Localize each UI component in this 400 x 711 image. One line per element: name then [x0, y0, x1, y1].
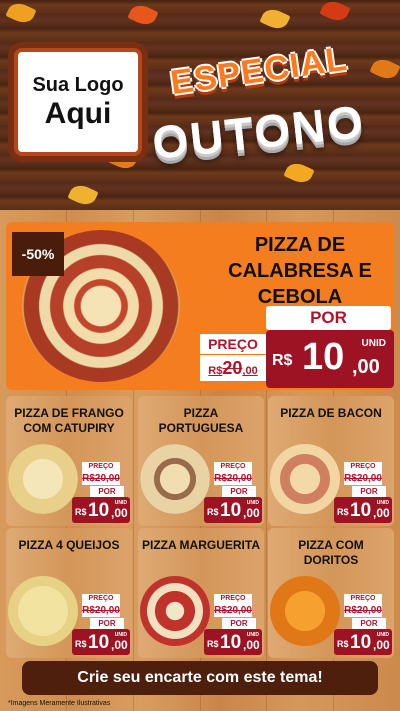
pizza-card-name: PIZZA COM DORITOS	[298, 538, 364, 567]
pizza-card-price: R$ 10,00 UNID	[334, 629, 392, 655]
pizza-card-name: PIZZA 4 QUEIJOS	[18, 538, 120, 552]
pizza-card-image	[140, 444, 210, 514]
pizza-card-price: R$ 10,00 UNID	[204, 629, 262, 655]
featured-old-price: R$20,00	[200, 355, 266, 381]
pizza-card-old-price: R$20,00	[344, 472, 382, 485]
pizza-card-price: R$ 10,00 UNID	[334, 497, 392, 523]
pizza-card-image	[8, 444, 78, 514]
pizza-card-por-label: POR	[352, 486, 386, 497]
pizza-card-name: PIZZA DE FRANGO COM CATUPIRY	[14, 406, 124, 435]
pizza-card-price: R$ 10,00 UNID	[72, 497, 130, 523]
pizza-card-por-label: POR	[90, 486, 124, 497]
pizza-card-preco-label: PREÇO	[214, 594, 252, 604]
pizza-card-preco-label: PREÇO	[344, 462, 382, 472]
pizza-card-por-label: POR	[90, 618, 124, 629]
pizza-card-price: R$ 10,00 UNID	[204, 497, 262, 523]
pizza-card-name: PIZZA DE BACON	[280, 406, 382, 420]
pizza-card-por-label: POR	[352, 618, 386, 629]
pizza-card-old-price: R$20,00	[344, 604, 382, 617]
pizza-card-preco-label: PREÇO	[214, 462, 252, 472]
logo-text-line2: Aqui	[44, 96, 112, 130]
pizza-card-image	[270, 444, 340, 514]
pizza-card-por-label: POR	[222, 486, 256, 497]
pizza-card-old-price: R$20,00	[214, 604, 252, 617]
featured-por-label: POR	[266, 306, 391, 330]
pizza-card-name: PIZZA MARGUERITA	[142, 538, 260, 552]
pizza-card-por-label: POR	[222, 618, 256, 629]
pizza-card-image	[8, 576, 78, 646]
featured-preco-label: PREÇO	[200, 334, 266, 354]
featured-new-price: R$ 10 ,00 UNID	[266, 330, 394, 388]
footnote: *Imagens Meramente Ilustrativas	[8, 700, 111, 707]
pizza-card-old-price: R$20,00	[214, 472, 252, 485]
pizza-card-old-price: R$20,00	[82, 604, 120, 617]
pizza-card-price: R$ 10,00 UNID	[72, 629, 130, 655]
pizza-card-image	[140, 576, 210, 646]
pizza-card-old-price: R$20,00	[82, 472, 120, 485]
pizza-card-name: PIZZA PORTUGUESA	[158, 406, 244, 435]
logo-text-line1: Sua Logo	[32, 73, 124, 96]
cta-banner[interactable]: Crie seu encarte com este tema!	[22, 661, 378, 695]
logo-placeholder: Sua Logo Aqui	[14, 48, 142, 156]
pizza-card-preco-label: PREÇO	[82, 462, 120, 472]
pizza-card-image	[270, 576, 340, 646]
discount-badge: -50%	[12, 232, 64, 276]
pizza-card-preco-label: PREÇO	[82, 594, 120, 604]
featured-pizza-name: PIZZA DE CALABRESA E CEBOLA	[228, 234, 372, 308]
pizza-card-preco-label: PREÇO	[344, 594, 382, 604]
